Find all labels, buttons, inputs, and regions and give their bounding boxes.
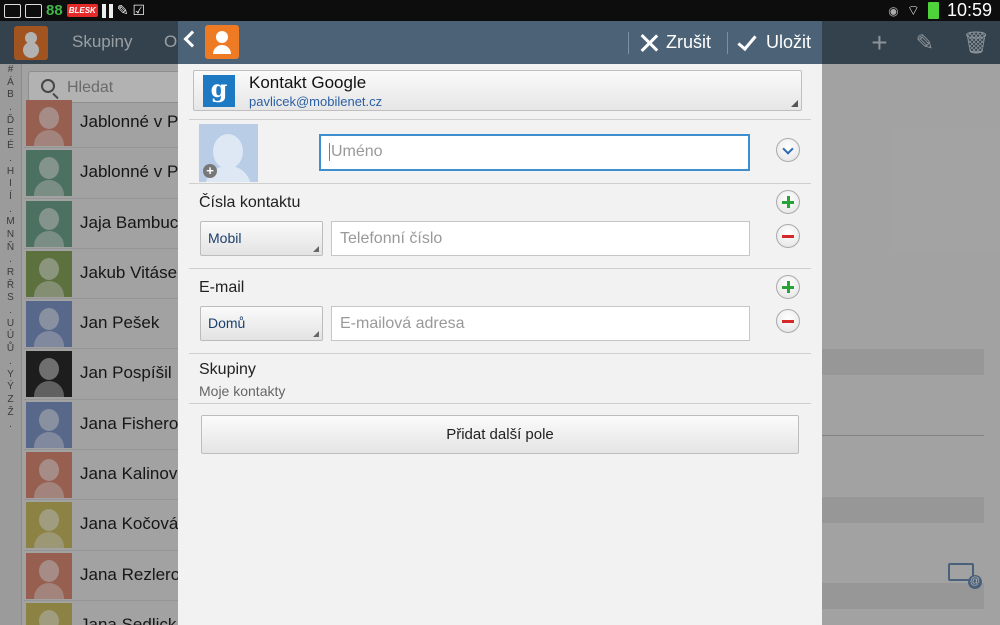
expand-name-button[interactable] (776, 138, 800, 162)
chevron-down-icon (782, 143, 794, 155)
back-icon[interactable] (183, 30, 201, 48)
remove-phone-button[interactable] (776, 224, 800, 248)
header-separator (628, 32, 629, 54)
email-type-select[interactable]: Domů (200, 306, 323, 341)
phone-type-select[interactable]: Mobil (200, 221, 323, 256)
name-placeholder: Uméno (331, 143, 383, 160)
text-cursor (329, 142, 330, 161)
checkbox-icon: ☑ (132, 2, 146, 18)
account-email: pavlicek@mobilenet.cz (249, 94, 383, 109)
divider (189, 268, 811, 269)
dropdown-corner-icon (313, 246, 319, 252)
groups-value[interactable]: Moje kontakty (199, 383, 285, 399)
add-phone-button[interactable] (776, 190, 800, 214)
account-title: Kontakt Google (249, 73, 367, 92)
dialog-header: Zrušit Uložit (178, 21, 822, 64)
groups-section-label[interactable]: Skupiny (199, 361, 256, 379)
add-photo-icon: + (203, 164, 217, 178)
phone-type-value: Mobil (208, 230, 242, 246)
cancel-label: Zrušit (666, 32, 711, 52)
divider (189, 183, 811, 184)
name-field[interactable]: Uméno (319, 134, 750, 171)
blesk-icon: BLESK (66, 4, 98, 17)
cancel-button[interactable]: Zrušit (640, 21, 711, 64)
status-bar: 88 BLESK ✎ ☑ ◉ ⌔ 10:59 (0, 0, 1000, 21)
dropdown-corner-icon (791, 100, 798, 107)
mail-icon (25, 3, 42, 18)
phone-field[interactable]: Telefonní číslo (331, 221, 750, 256)
contact-photo[interactable]: + (199, 124, 258, 182)
save-button[interactable]: Uložit (737, 21, 812, 64)
pencil-icon: ✎ (116, 2, 129, 18)
battery-icon (927, 2, 939, 19)
divider (189, 119, 811, 120)
eye-icon: ◉ (888, 3, 899, 18)
dropdown-corner-icon (313, 331, 319, 337)
account-selector[interactable]: g Kontakt Google pavlicek@mobilenet.cz (193, 70, 802, 111)
pause-icon (101, 3, 113, 18)
notification-count: 88 (46, 2, 63, 19)
close-icon (640, 34, 658, 52)
google-icon: g (203, 75, 235, 107)
edit-contact-dialog: Zrušit Uložit g Kontakt Google pavlicek@… (178, 21, 822, 625)
clock: 10:59 (946, 0, 992, 20)
wifi-icon: ⌔ (906, 1, 920, 18)
phone-section-label: Čísla kontaktu (199, 194, 301, 211)
avatar-head (213, 134, 243, 169)
add-field-button[interactable]: Přidat další pole (201, 415, 799, 454)
divider (189, 403, 811, 404)
phone-placeholder: Telefonní číslo (340, 230, 443, 247)
email-placeholder: E-mailová adresa (340, 315, 465, 332)
email-field[interactable]: E-mailová adresa (331, 306, 750, 341)
add-email-button[interactable] (776, 275, 800, 299)
image-icon (4, 3, 21, 18)
header-separator (727, 32, 728, 54)
remove-email-button[interactable] (776, 309, 800, 333)
save-label: Uložit (766, 32, 812, 52)
email-type-value: Domů (208, 315, 246, 331)
contacts-app-icon[interactable] (205, 25, 239, 59)
divider (189, 353, 811, 354)
email-section-label: E-mail (199, 279, 245, 296)
check-icon (737, 30, 757, 51)
